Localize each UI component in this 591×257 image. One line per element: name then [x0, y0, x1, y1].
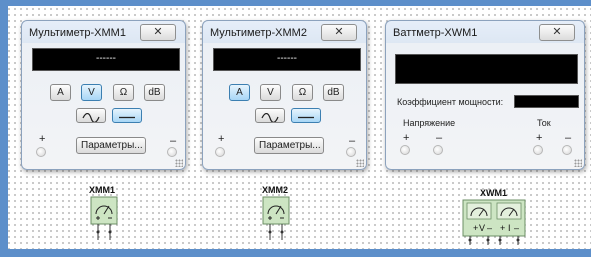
mode-ampere-button[interactable]: A: [229, 84, 250, 101]
ac-wave-icon: [82, 112, 100, 123]
close-icon: ✕: [334, 26, 344, 38]
close-button[interactable]: ✕: [539, 24, 575, 41]
plus-terminal-label: +: [39, 133, 46, 145]
close-button[interactable]: ✕: [321, 24, 357, 41]
svg-text:–: –: [514, 223, 519, 233]
dc-button[interactable]: [112, 108, 142, 123]
plus-terminal[interactable]: [215, 147, 225, 157]
voltage-minus-label: –: [436, 132, 443, 144]
plus-terminal-label: +: [218, 133, 225, 145]
xmm2-component-label: XMM2: [262, 185, 289, 195]
mode-ohm-button[interactable]: Ω: [113, 84, 134, 101]
mode-ohm-button[interactable]: Ω: [292, 84, 313, 101]
parameters-button[interactable]: Параметры...: [76, 137, 146, 154]
wattmeter-display: [395, 54, 578, 84]
xwm1-component-label: XWM1: [480, 188, 507, 198]
window-frame-left: [0, 0, 8, 257]
current-minus-terminal[interactable]: [562, 145, 572, 155]
multimeter-xmm2-window[interactable]: Мультиметр-XMM2 ✕ ------ A V Ω dB Параме…: [202, 20, 367, 170]
multimeter-xmm1-window[interactable]: Мультиметр-XMM1 ✕ ------ A V Ω dB Параме…: [21, 20, 186, 170]
multimeter-display: ------: [32, 48, 180, 71]
close-button[interactable]: ✕: [140, 24, 176, 41]
svg-text:+: +: [473, 223, 478, 233]
ac-button[interactable]: [255, 108, 285, 123]
voltage-label: Напряжение: [403, 118, 456, 128]
current-label: Ток: [537, 118, 551, 128]
wattmeter-v-symbol: V: [479, 223, 485, 233]
xwm1-wattmeter-symbol[interactable]: + V – + I –: [462, 199, 528, 247]
wattmeter-xwm1-window[interactable]: Ваттметр-XWM1 ✕ Коэффициент мощности: На…: [385, 20, 585, 170]
power-factor-display: [514, 95, 579, 108]
wattmeter-i-symbol: I: [508, 223, 511, 233]
plus-terminal[interactable]: [36, 147, 46, 157]
mode-db-button[interactable]: dB: [144, 84, 165, 101]
mode-volt-button[interactable]: V: [81, 84, 102, 101]
close-icon: ✕: [153, 26, 163, 38]
window-frame-top: [0, 0, 591, 6]
voltage-plus-terminal[interactable]: [400, 145, 410, 155]
resize-grip[interactable]: [356, 159, 364, 167]
xmm2-multimeter-symbol[interactable]: [262, 196, 292, 242]
window-title: Мультиметр-XMM1: [29, 27, 126, 39]
current-minus-label: –: [565, 132, 572, 144]
current-plus-terminal[interactable]: [533, 145, 543, 155]
dc-line-icon: [298, 116, 314, 119]
multimeter-display: ------: [213, 48, 361, 71]
minus-terminal-label: –: [349, 135, 356, 147]
mode-db-button[interactable]: dB: [323, 84, 344, 101]
window-frame-bottom: [0, 249, 591, 257]
window-title: Ваттметр-XWM1: [393, 27, 478, 39]
voltage-plus-label: +: [403, 132, 410, 144]
xmm1-multimeter-symbol[interactable]: [90, 196, 120, 242]
resize-grip[interactable]: [175, 159, 183, 167]
minus-terminal[interactable]: [346, 147, 356, 157]
power-factor-label: Коэффициент мощности:: [397, 97, 504, 107]
dc-line-icon: [119, 116, 135, 119]
minus-terminal-label: –: [170, 135, 177, 147]
svg-text:+: +: [500, 223, 505, 233]
close-icon: ✕: [552, 26, 562, 38]
dc-button[interactable]: [291, 108, 321, 123]
minus-terminal[interactable]: [167, 147, 177, 157]
current-plus-label: +: [536, 132, 543, 144]
mode-ampere-button[interactable]: A: [50, 84, 71, 101]
parameters-button[interactable]: Параметры...: [254, 137, 324, 154]
resize-grip[interactable]: [574, 159, 582, 167]
xmm1-component-label: XMM1: [89, 185, 116, 195]
ac-wave-icon: [261, 112, 279, 123]
window-title: Мультиметр-XMM2: [210, 27, 307, 39]
svg-text:–: –: [487, 223, 492, 233]
mode-volt-button[interactable]: V: [260, 84, 281, 101]
ac-button[interactable]: [76, 108, 106, 123]
voltage-minus-terminal[interactable]: [433, 145, 443, 155]
